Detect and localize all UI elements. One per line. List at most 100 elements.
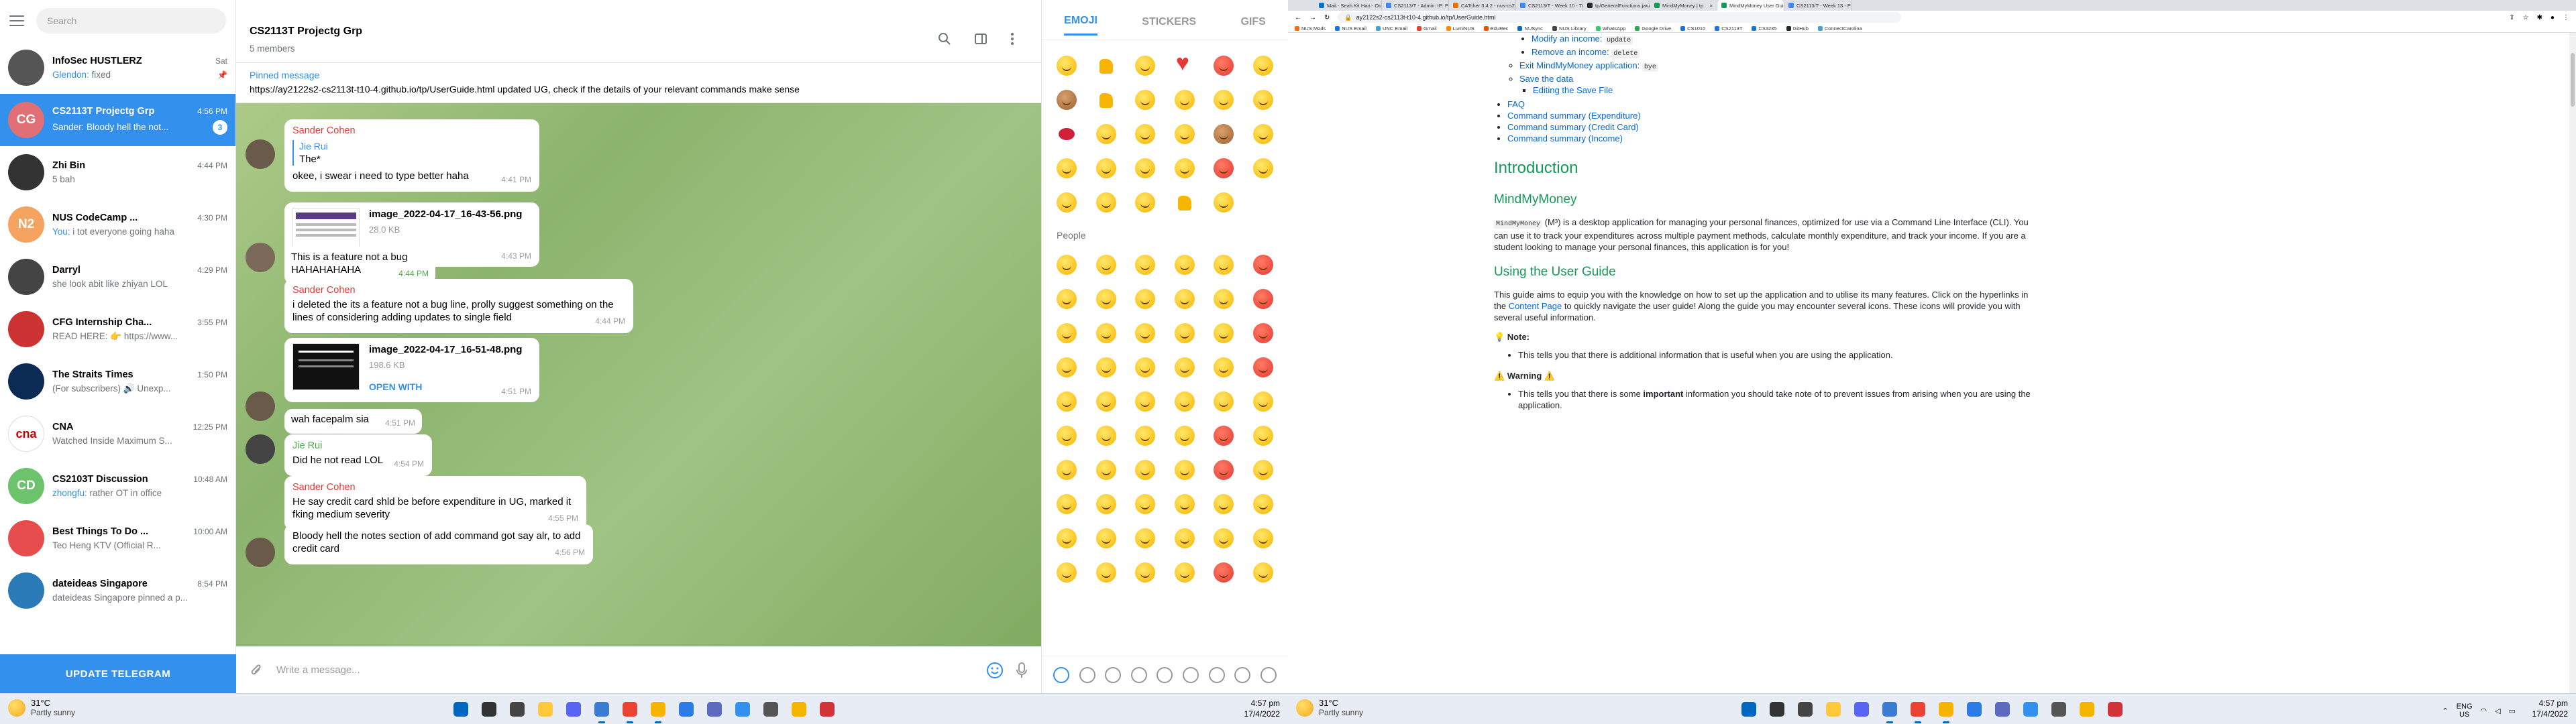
file-explorer-icon[interactable] (1823, 699, 1844, 720)
microphone-icon[interactable] (1016, 662, 1028, 679)
people-category-icon[interactable] (1079, 666, 1095, 683)
browser-tab[interactable]: CATcher 3.4.2 - nus-cs211...× (1449, 0, 1516, 11)
browser-tab[interactable]: CS2113/T - Week 10 - Tuc...× (1516, 0, 1583, 11)
emoji-item[interactable] (1088, 247, 1124, 282)
weather-widget[interactable]: 31°C Partly sunny (8, 698, 75, 717)
chat-list-item[interactable]: Best Things To Do ... 10:00 AM Teo Heng KT… (0, 512, 235, 564)
bookmark-item[interactable]: CS1010 (1680, 25, 1705, 32)
avatar[interactable] (246, 243, 275, 272)
bookmark-star-icon[interactable]: ☆ (2523, 14, 2529, 21)
folder-icon[interactable] (1935, 699, 1957, 723)
sender-name[interactable]: Sander Cohen (292, 125, 531, 137)
recent-category-icon[interactable] (1053, 666, 1070, 683)
browser-tab[interactable]: tp/GeneralFunctions.java ...× (1583, 0, 1650, 11)
emoji-item[interactable] (1245, 452, 1281, 487)
emoji-item[interactable] (1127, 418, 1163, 452)
more-icon[interactable]: ⋮ (2563, 14, 2569, 21)
weather-widget[interactable]: 31°C Partly sunny (1296, 698, 1363, 717)
emoji-item[interactable] (1088, 418, 1124, 452)
sender-name[interactable]: Jie Rui (292, 440, 424, 452)
chat-list-item[interactable]: Zhi Bin 4:44 PM 5 bah (0, 146, 235, 198)
emoji-item[interactable] (1049, 350, 1085, 384)
bookmark-item[interactable]: NUS Library (1552, 25, 1587, 32)
chat-list-item[interactable]: InfoSec HUSTLERZ Sat Glendon: fixed 📌 (0, 42, 235, 94)
emoji-item[interactable] (1049, 185, 1085, 219)
clock[interactable]: 4:57 pm 17/4/2022 (1244, 698, 1280, 719)
emoji-item[interactable] (1167, 555, 1203, 589)
extensions-icon[interactable]: ✱ (2537, 14, 2542, 21)
emoji-item[interactable] (1049, 384, 1085, 418)
avatar[interactable] (246, 538, 275, 567)
emoji-item[interactable] (1167, 487, 1203, 521)
emoji-item[interactable] (1205, 282, 1242, 316)
share-icon[interactable]: ⇪ (2509, 14, 2514, 21)
toc-link[interactable]: Command summary (Expenditure) (1507, 111, 1641, 121)
bookmark-item[interactable]: GitHub (1786, 25, 1809, 32)
emoji-item[interactable] (1088, 452, 1124, 487)
reply-quote[interactable]: Jie Rui The* (292, 140, 531, 166)
emoji-item[interactable] (1049, 452, 1085, 487)
sidebar-toggle-icon[interactable] (974, 32, 987, 46)
emoji-item[interactable] (1245, 350, 1281, 384)
language-indicator[interactable]: ENG US (2457, 703, 2473, 719)
sticky-notes-icon[interactable] (788, 699, 810, 720)
flags-category-icon[interactable] (1260, 666, 1277, 683)
bookmark-item[interactable]: NUS Email (1335, 25, 1366, 32)
tab-gifs[interactable]: GIFS (1240, 9, 1265, 35)
emoji-item[interactable] (1088, 48, 1124, 82)
toc-link[interactable]: Command summary (Credit Card) (1507, 122, 1639, 132)
bookmark-item[interactable]: EduRec (1483, 25, 1508, 32)
bookmark-item[interactable]: CS2113T (1715, 25, 1742, 32)
file-explorer-icon[interactable] (535, 699, 556, 720)
emoji-item[interactable] (1127, 82, 1163, 117)
tab-stickers[interactable]: STICKERS (1142, 9, 1196, 35)
emoji-item[interactable] (1167, 82, 1203, 117)
emoji-item[interactable] (1205, 247, 1242, 282)
emoji-item[interactable] (1245, 521, 1281, 555)
emoji-item[interactable] (1088, 151, 1124, 185)
battery-icon[interactable]: ▭ (2509, 707, 2516, 715)
telegram-icon[interactable] (591, 699, 612, 723)
emoji-item[interactable] (1127, 487, 1163, 521)
emoji-item[interactable] (1205, 521, 1242, 555)
browser-tab[interactable]: CS2113/T - Admin: tP: Pos...× (1382, 0, 1449, 11)
search-input[interactable] (36, 8, 226, 34)
clock[interactable]: 4:57 pm 17/4/2022 (2532, 698, 2568, 719)
emoji-item[interactable] (1088, 82, 1124, 117)
browser-tab[interactable]: MindMyMoney User Guide× (1717, 0, 1784, 11)
menu-icon[interactable] (9, 15, 24, 26)
snipping-tool-icon[interactable] (816, 699, 838, 720)
emoji-item[interactable] (1049, 521, 1085, 555)
emoji-item[interactable] (1127, 384, 1163, 418)
reload-icon[interactable]: ↻ (1324, 14, 1330, 21)
folder-icon[interactable] (647, 699, 669, 723)
emoji-item[interactable] (1088, 487, 1124, 521)
tab-emoji[interactable]: EMOJI (1064, 8, 1097, 36)
emoji-item[interactable] (1127, 350, 1163, 384)
bookmark-item[interactable]: WhatsApp (1595, 25, 1625, 32)
emoji-item[interactable] (1088, 185, 1124, 219)
sticky-notes-icon[interactable] (2076, 699, 2098, 720)
emoji-item[interactable] (1088, 350, 1124, 384)
toc-link[interactable]: Modify an income: update (1532, 34, 1633, 45)
settings-icon[interactable] (760, 699, 782, 720)
vscode-icon[interactable] (1992, 699, 2013, 720)
emoji-item[interactable] (1049, 316, 1085, 350)
emoji-item[interactable] (1205, 48, 1242, 82)
toc-link[interactable]: Save the data (1519, 74, 1573, 84)
emoji-item[interactable] (1245, 384, 1281, 418)
snipping-tool-icon[interactable] (2104, 699, 2126, 720)
emoji-item[interactable] (1127, 452, 1163, 487)
emoji-item[interactable] (1205, 82, 1242, 117)
emoji-item[interactable] (1245, 117, 1281, 151)
emoji-icon[interactable] (986, 662, 1004, 679)
zoom-icon[interactable] (676, 699, 697, 720)
emoji-item[interactable] (1049, 48, 1085, 82)
emoji-item[interactable] (1167, 384, 1203, 418)
toc-link[interactable]: Remove an income: delete (1532, 47, 1640, 58)
chat-list-item[interactable]: CFG Internship Cha... 3:55 PM READ HERE: 👉… (0, 303, 235, 355)
bookmark-item[interactable]: Google Drive (1635, 25, 1671, 32)
emoji-item[interactable] (1205, 487, 1242, 521)
content-page-link[interactable]: Content Page (1509, 301, 1562, 311)
search-icon[interactable] (478, 699, 500, 720)
